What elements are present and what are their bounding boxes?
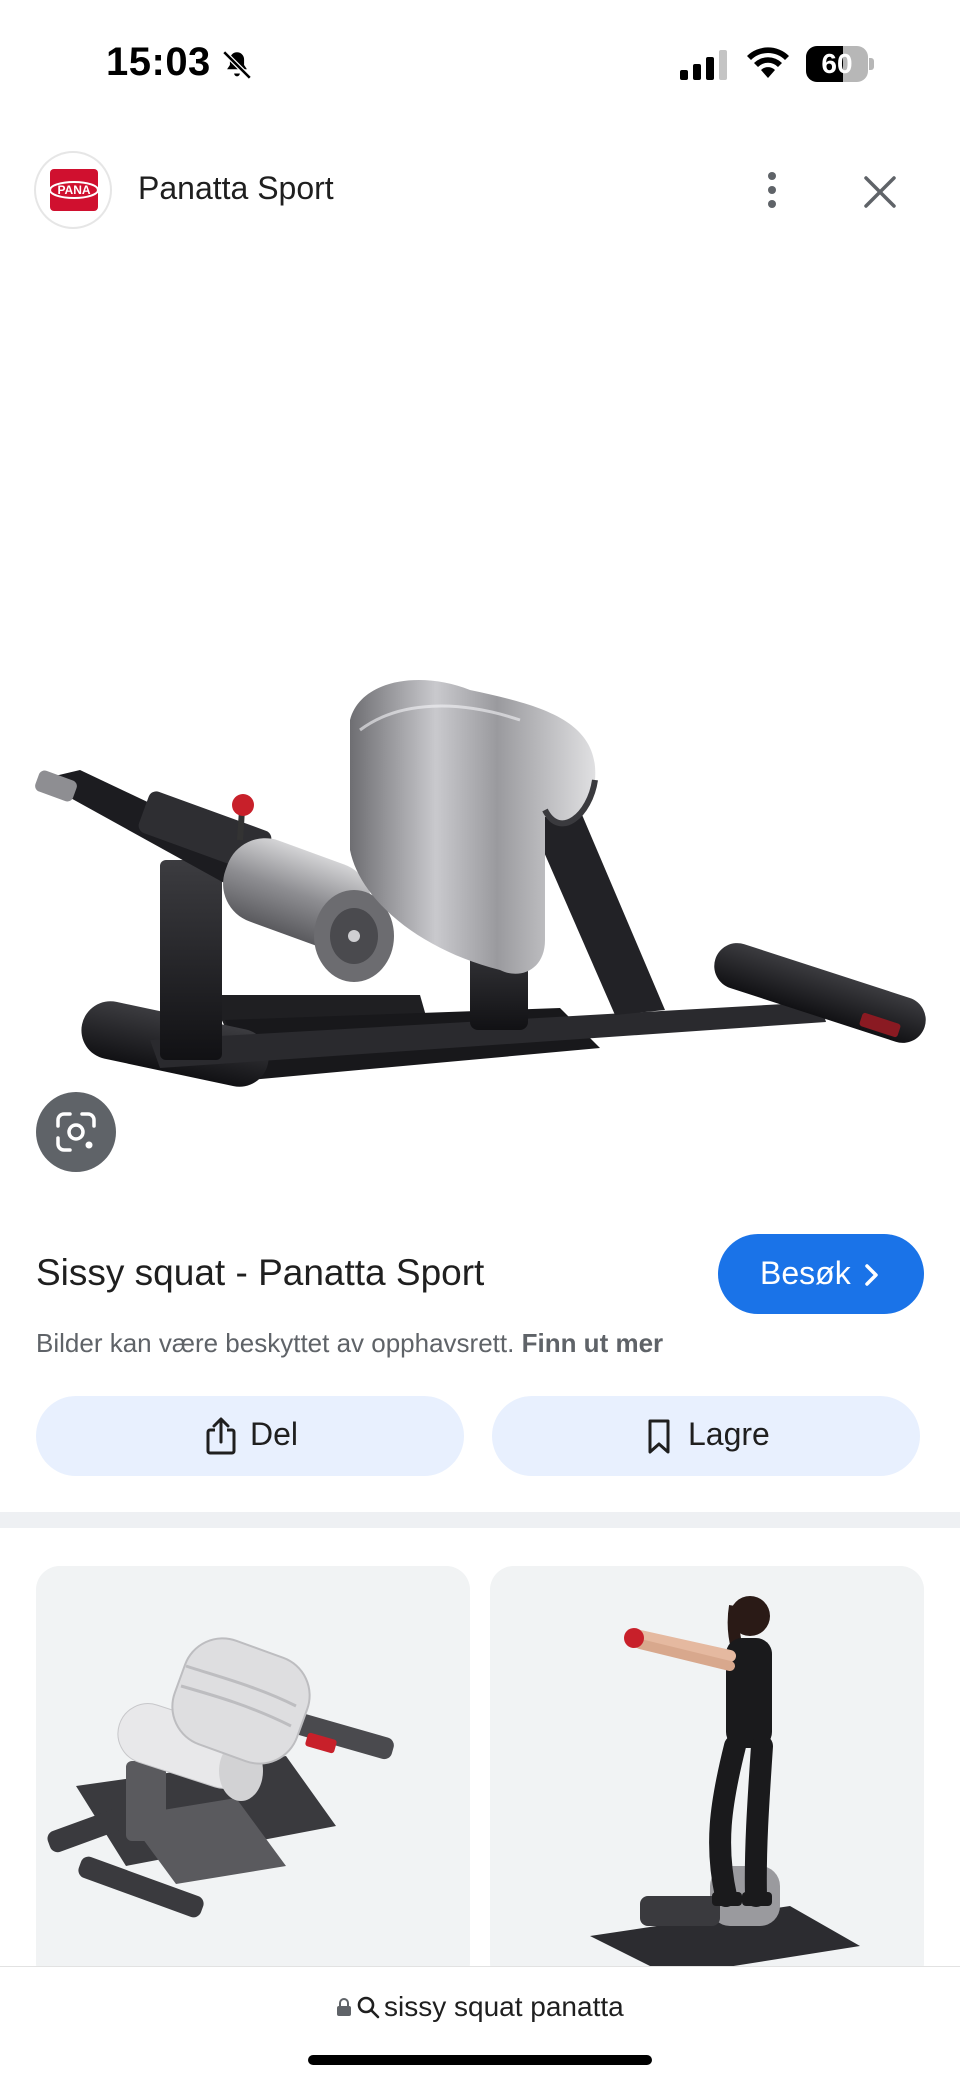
source-name[interactable]: Panatta Sport (138, 170, 334, 207)
source-header: PANA Panatta Sport (0, 140, 960, 236)
share-button[interactable]: Del (36, 1396, 464, 1476)
visit-label: Besøk (760, 1255, 851, 1291)
url-bar[interactable]: sissy squat panatta (0, 1966, 960, 2081)
bell-off-icon (222, 50, 252, 80)
chevron-right-icon (865, 1264, 878, 1286)
home-indicator[interactable] (308, 2055, 652, 2065)
related-image-woman-on-machine (490, 1566, 924, 1986)
panatta-logo-icon: PANA (49, 169, 99, 211)
battery-icon: 60 (806, 46, 874, 82)
wifi-icon (747, 47, 789, 78)
copyright-notice: Bilder kan være beskyttet av opphavsrett… (36, 1328, 663, 1359)
related-image-card[interactable] (490, 1566, 924, 1986)
related-image-card[interactable] (36, 1566, 470, 1986)
status-bar: 15:03 60 (0, 0, 960, 130)
share-icon (206, 1417, 236, 1455)
close-icon[interactable] (858, 170, 902, 214)
share-label: Del (250, 1416, 299, 1452)
lens-search-button[interactable] (36, 1092, 116, 1172)
lock-icon (337, 1998, 351, 2016)
save-button[interactable]: Lagre (492, 1396, 920, 1476)
more-vert-icon[interactable] (752, 168, 792, 212)
visit-button[interactable]: Besøk (718, 1234, 924, 1314)
bookmark-icon (648, 1419, 670, 1454)
url-query-text: sissy squat panatta (384, 1991, 624, 2022)
svg-text:PANA: PANA (57, 183, 90, 197)
search-icon (357, 1996, 380, 2019)
related-image-sissy-squat-machine (36, 1566, 470, 1986)
google-lens-icon (56, 1112, 96, 1152)
save-label: Lagre (688, 1416, 770, 1452)
result-title[interactable]: Sissy squat - Panatta Sport (36, 1252, 484, 1294)
copyright-text: Bilder kan være beskyttet av opphavsrett… (36, 1328, 515, 1358)
source-logo[interactable]: PANA (36, 153, 110, 227)
learn-more-link[interactable]: Finn ut mer (522, 1328, 664, 1358)
status-time: 15:03 (106, 40, 211, 84)
cellular-signal-icon (680, 50, 727, 80)
main-product-image[interactable] (0, 250, 960, 1190)
battery-level: 60 (821, 48, 853, 79)
section-divider (0, 1512, 960, 1528)
